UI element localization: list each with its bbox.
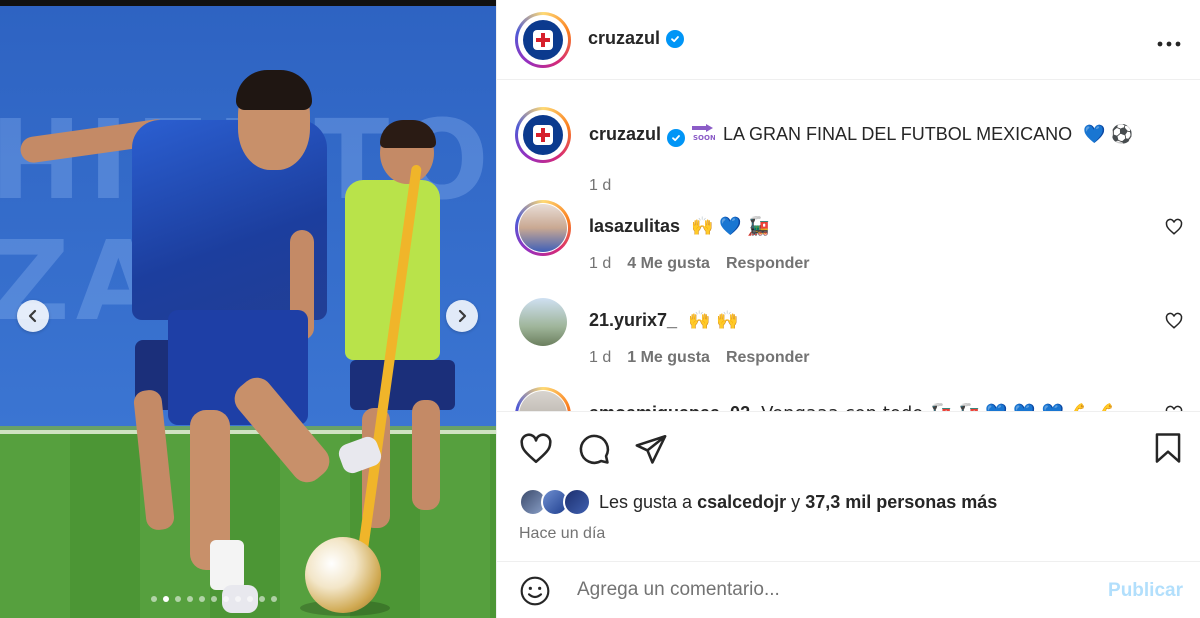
likes-user-link[interactable]: csalcedojr: [697, 492, 786, 512]
comment-username[interactable]: 21.yurix7_: [589, 310, 677, 330]
cruz-azul-crest-logo: [523, 115, 563, 155]
comment-username[interactable]: amoamiguapaa_02: [589, 403, 750, 411]
likes-text: Les gusta a csalcedojr y 37,3 mil person…: [599, 492, 997, 513]
add-comment-bar: Publicar: [497, 561, 1200, 618]
heart-icon: [1165, 312, 1183, 329]
avatar[interactable]: [515, 107, 571, 163]
chevron-left-icon: [28, 309, 37, 323]
carousel-indicator: [151, 596, 277, 602]
carousel-dot: [223, 596, 229, 602]
save-icon: [1155, 433, 1181, 463]
likes-connector: y: [791, 491, 801, 512]
post-timestamp[interactable]: Hace un día: [519, 525, 605, 543]
previous-image-button[interactable]: [17, 300, 49, 332]
carousel-dot: [199, 596, 205, 602]
reply-button[interactable]: Responder: [726, 255, 810, 273]
emoji-icon: [520, 576, 550, 606]
comment-button[interactable]: [577, 432, 611, 471]
soccer-ball: [305, 537, 381, 613]
avatar[interactable]: [563, 488, 591, 516]
comment-item: amoamiguapaa_02 Vengaaa con todo 🚂 🚂 💙 💙…: [515, 387, 1195, 411]
avatar[interactable]: [515, 12, 571, 68]
comment-item: lasazulitas 🙌 💙 🚂 1 d 4 Me gusta Respond…: [515, 200, 1195, 280]
carousel-dot: [163, 596, 169, 602]
comment-text: amoamiguapaa_02 Vengaaa con todo 🚂 🚂 💙 💙…: [589, 403, 1120, 411]
comment-emojis: 🙌 💙 🚂: [691, 216, 770, 237]
avatar[interactable]: [519, 298, 567, 346]
caption-body: LA GRAN FINAL DEL FUTBOL MEXICANO: [723, 124, 1073, 144]
comment-icon: [579, 434, 610, 465]
post-author[interactable]: cruzazul: [588, 28, 685, 49]
comment-meta: 1 d 4 Me gusta Responder: [589, 255, 810, 273]
comment-like-button[interactable]: [1165, 312, 1183, 330]
carousel-dot: [235, 596, 241, 602]
comment-text: lasazulitas 🙌 💙 🚂: [589, 216, 770, 237]
publish-button[interactable]: Publicar: [1108, 580, 1183, 602]
carousel-dot: [259, 596, 265, 602]
verified-icon: [667, 129, 686, 147]
post-actions: Les gusta a csalcedojr y 37,3 mil person…: [497, 411, 1200, 561]
carousel-dot: [151, 596, 157, 602]
post-image[interactable]: HIENTOZAL: [0, 0, 496, 618]
heart-icon: [520, 433, 552, 464]
post-header: cruzazul: [497, 0, 1200, 80]
comment-text: 21.yurix7_ 🙌 🙌: [589, 310, 739, 331]
carousel-dot: [211, 596, 217, 602]
blue-heart-emoji: 💙: [1083, 124, 1106, 145]
caption-time[interactable]: 1 d: [589, 177, 611, 195]
carousel-dot: [175, 596, 181, 602]
next-image-button[interactable]: [446, 300, 478, 332]
comment-time[interactable]: 1 d: [589, 349, 611, 367]
likes-prefix: Les gusta a: [599, 491, 693, 512]
more-icon: [1157, 41, 1181, 47]
chevron-right-icon: [458, 309, 467, 323]
comment-time[interactable]: 1 d: [589, 255, 611, 273]
comment-like-button[interactable]: [1165, 218, 1183, 236]
soon-arrow-emoji: SOON: [691, 123, 716, 143]
comment-emojis: 🙌 🙌: [688, 310, 739, 331]
comments-list[interactable]: cruzazul SOON LA GRAN FINAL DEL FUTBOL M…: [497, 81, 1200, 411]
main-player-sock: [210, 540, 244, 590]
reply-button[interactable]: Responder: [726, 349, 810, 367]
background-player-shorts: [350, 360, 455, 410]
avatar[interactable]: [515, 387, 571, 411]
avatar[interactable]: [515, 200, 571, 256]
caption-text: cruzazul SOON LA GRAN FINAL DEL FUTBOL M…: [589, 123, 1133, 147]
comment-input[interactable]: [577, 574, 1097, 606]
soccer-ball-emoji: ⚽: [1110, 124, 1133, 145]
comment-likes[interactable]: 4 Me gusta: [627, 255, 710, 273]
likes-count-link[interactable]: 37,3 mil personas más: [805, 492, 997, 512]
like-button[interactable]: [519, 432, 553, 471]
background-player-leg: [412, 400, 440, 510]
post-details-panel: cruzazul cruzazul SOON LA GRAN FINAL DEL…: [496, 0, 1200, 618]
author-username[interactable]: cruzazul: [588, 28, 660, 49]
share-icon: [635, 434, 667, 464]
comment-username[interactable]: lasazulitas: [589, 216, 680, 236]
comment-likes[interactable]: 1 Me gusta: [627, 349, 710, 367]
carousel-dot: [271, 596, 277, 602]
svg-text:SOON: SOON: [693, 134, 715, 142]
likes-summary: Les gusta a csalcedojr y 37,3 mil person…: [519, 488, 997, 516]
caption-username[interactable]: cruzazul: [589, 124, 661, 144]
caption: cruzazul SOON LA GRAN FINAL DEL FUTBOL M…: [515, 107, 1195, 194]
carousel-dot: [187, 596, 193, 602]
emoji-picker-button[interactable]: [519, 575, 551, 612]
more-options-button[interactable]: [1157, 26, 1181, 54]
share-button[interactable]: [634, 432, 668, 471]
cruz-azul-crest-logo: [523, 20, 563, 60]
carousel-dot: [247, 596, 253, 602]
comment-body: Vengaaa con todo 🚂 🚂 💙 💙 💙 💪 💪: [761, 403, 1120, 411]
caption-meta: 1 d: [589, 177, 611, 195]
heart-icon: [1165, 218, 1183, 235]
verified-icon: [666, 29, 685, 48]
save-button[interactable]: [1153, 432, 1183, 469]
comment-item: 21.yurix7_ 🙌 🙌 1 d 1 Me gusta Responder: [515, 294, 1195, 374]
comment-meta: 1 d 1 Me gusta Responder: [589, 349, 810, 367]
